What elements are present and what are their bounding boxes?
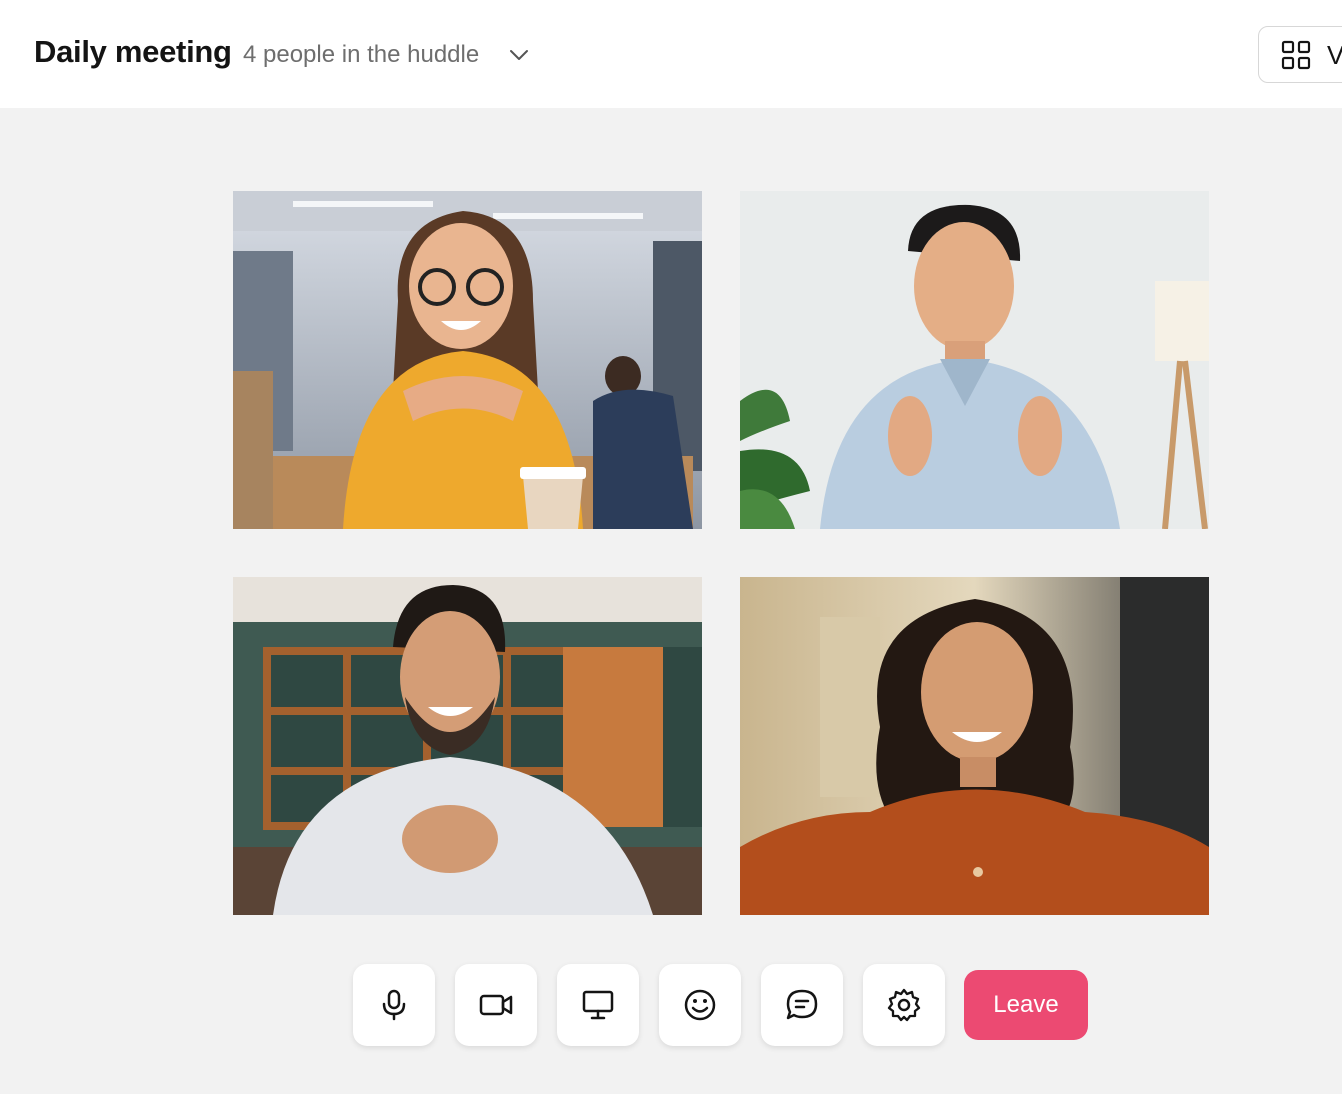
meeting-title: Daily meeting: [34, 34, 232, 69]
participant-video: [233, 191, 702, 529]
reactions-button[interactable]: [659, 964, 741, 1046]
video-tile-3[interactable]: [233, 577, 702, 915]
participant-video: [740, 577, 1209, 915]
gear-icon: [887, 988, 921, 1022]
video-camera-icon: [479, 994, 513, 1016]
participant-video: [740, 191, 1209, 529]
screen-share-button[interactable]: [557, 964, 639, 1046]
settings-button[interactable]: [863, 964, 945, 1046]
meeting-header: Daily meeting 4 people in the huddle V: [0, 0, 1342, 108]
smiley-icon: [684, 989, 716, 1021]
video-tile-4[interactable]: [740, 577, 1209, 915]
mic-button[interactable]: [353, 964, 435, 1046]
chat-icon: [786, 989, 818, 1020]
camera-button[interactable]: [455, 964, 537, 1046]
video-tile-1[interactable]: [233, 191, 702, 529]
microphone-icon: [382, 989, 406, 1021]
leave-button[interactable]: Leave: [964, 970, 1088, 1040]
screen-share-icon: [582, 990, 614, 1020]
view-layout-button[interactable]: V: [1258, 26, 1342, 83]
chat-button[interactable]: [761, 964, 843, 1046]
participant-count-dropdown[interactable]: 4 people in the huddle: [243, 41, 479, 69]
video-tile-2[interactable]: [740, 191, 1209, 529]
view-button-label: V: [1327, 40, 1342, 70]
chevron-down-icon[interactable]: [508, 44, 530, 66]
grid-icon: [1281, 40, 1311, 70]
participant-video: [233, 577, 702, 915]
